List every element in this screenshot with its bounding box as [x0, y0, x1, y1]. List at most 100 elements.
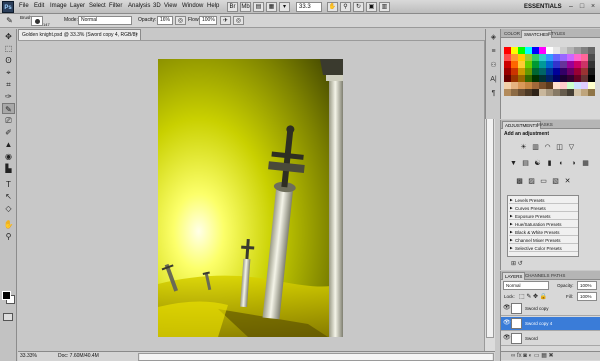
- color-swatch[interactable]: [588, 54, 595, 61]
- color-swatch[interactable]: [553, 75, 560, 82]
- color-swatch[interactable]: [511, 54, 518, 61]
- color-swatch[interactable]: [574, 47, 581, 54]
- adjustments-footer-icons[interactable]: ⊞ ↺: [511, 260, 523, 267]
- maximize-icon[interactable]: □: [577, 2, 587, 11]
- color-swatch[interactable]: [581, 75, 588, 82]
- color-swatch[interactable]: [546, 89, 553, 96]
- tab-color[interactable]: COLOR: [502, 30, 522, 38]
- color-swatch[interactable]: [567, 47, 574, 54]
- path-selection-tool-icon[interactable]: ↖: [2, 191, 15, 202]
- color-swatch[interactable]: [553, 61, 560, 68]
- color-swatch[interactable]: [546, 61, 553, 68]
- levels-icon[interactable]: ▥: [531, 143, 540, 152]
- invert-icon[interactable]: ◑: [569, 159, 578, 168]
- color-swatch[interactable]: [546, 68, 553, 75]
- eyedropper-tool-icon[interactable]: ✑: [2, 91, 15, 102]
- eraser-tool-icon[interactable]: ▲: [2, 139, 15, 150]
- color-swatch[interactable]: [574, 54, 581, 61]
- tab-channels[interactable]: CHANNELS: [523, 272, 552, 280]
- color-swatch[interactable]: [532, 89, 539, 96]
- menu-view[interactable]: View: [164, 3, 177, 9]
- paragraph-panel-icon[interactable]: ¶: [488, 89, 499, 99]
- hand-tool-icon[interactable]: ✋: [2, 219, 15, 230]
- color-swatch[interactable]: [567, 75, 574, 82]
- color-swatch[interactable]: [581, 68, 588, 75]
- color-swatch[interactable]: [511, 75, 518, 82]
- color-swatch[interactable]: [539, 89, 546, 96]
- layer-opacity-field[interactable]: 100%: [577, 281, 597, 290]
- color-swatch[interactable]: [588, 61, 595, 68]
- tablet-pressure-opacity-button[interactable]: ◎: [175, 16, 186, 25]
- view-extras-button[interactable]: ▦: [266, 2, 277, 12]
- menu-select[interactable]: Select: [89, 3, 106, 9]
- brush-tool-icon[interactable]: ✎: [2, 103, 15, 114]
- color-swatch[interactable]: [525, 61, 532, 68]
- airbrush-button[interactable]: ✈: [220, 16, 231, 25]
- color-swatch[interactable]: [525, 68, 532, 75]
- color-swatch[interactable]: [546, 75, 553, 82]
- preset-exposure[interactable]: Exposure Presets: [509, 213, 578, 220]
- rotate-view-button[interactable]: ↻: [353, 2, 364, 12]
- color-swatch[interactable]: [567, 68, 574, 75]
- zoom-tool-button[interactable]: ⚲: [340, 2, 351, 12]
- color-swatch[interactable]: [504, 54, 511, 61]
- color-swatch[interactable]: [511, 68, 518, 75]
- move-tool-icon[interactable]: ✥: [2, 31, 15, 42]
- color-swatch[interactable]: [532, 68, 539, 75]
- preset-hue-saturation[interactable]: Hue/Saturation Presets: [509, 221, 578, 228]
- minimize-icon[interactable]: –: [566, 2, 576, 11]
- zoom-tool-icon[interactable]: ⚲: [2, 231, 15, 242]
- preset-levels[interactable]: Levels Presets: [509, 197, 578, 204]
- color-swatch[interactable]: [553, 82, 560, 89]
- status-doc-size[interactable]: Doc: 7.60M/40.4M: [58, 352, 99, 361]
- document-close-icon[interactable]: ×: [135, 30, 138, 40]
- tab-layers[interactable]: LAYERS: [502, 272, 526, 280]
- color-swatch[interactable]: [546, 54, 553, 61]
- selective-color-icon[interactable]: ▭: [539, 177, 548, 186]
- color-swatch[interactable]: [504, 82, 511, 89]
- color-swatch[interactable]: [511, 61, 518, 68]
- color-swatch[interactable]: [504, 61, 511, 68]
- color-swatch[interactable]: [518, 54, 525, 61]
- color-swatch[interactable]: [504, 47, 511, 54]
- color-swatch[interactable]: [504, 68, 511, 75]
- workspace-switcher[interactable]: ESSENTIALS ▾: [524, 2, 566, 20]
- hue-saturation-icon[interactable]: ▼: [509, 159, 518, 168]
- color-swatch[interactable]: [560, 47, 567, 54]
- color-swatch[interactable]: [539, 61, 546, 68]
- preset-channel-mixer[interactable]: Channel Mixer Presets: [509, 237, 578, 244]
- crop-tool-icon[interactable]: ⌗: [2, 79, 15, 90]
- color-swatch[interactable]: [574, 89, 581, 96]
- foreground-color-swatch[interactable]: [2, 291, 11, 300]
- photo-filter-icon[interactable]: ▮: [545, 159, 554, 168]
- color-swatch[interactable]: [581, 89, 588, 96]
- color-swatch[interactable]: [539, 68, 546, 75]
- color-swatch[interactable]: [532, 82, 539, 89]
- color-swatch[interactable]: [588, 89, 595, 96]
- image-canvas[interactable]: [158, 59, 343, 337]
- color-swatch[interactable]: [511, 82, 518, 89]
- marquee-tool-icon[interactable]: ⬚: [2, 43, 15, 54]
- color-swatch[interactable]: [539, 47, 546, 54]
- layers-footer-glyphs[interactable]: ∞ fx ◙ ◐ ▭ ▦ ✖: [501, 353, 554, 359]
- quick-mask-button[interactable]: [3, 313, 13, 321]
- layers-footer-icons[interactable]: ∞ fx ◙ ◐ ▭ ▦ ✖: [501, 351, 600, 360]
- color-swatch[interactable]: [581, 47, 588, 54]
- color-swatch[interactable]: [560, 89, 567, 96]
- eye-icon[interactable]: 👁: [503, 335, 511, 342]
- color-swatch[interactable]: [518, 47, 525, 54]
- color-swatch[interactable]: [532, 61, 539, 68]
- color-swatch[interactable]: [581, 54, 588, 61]
- color-swatch[interactable]: [567, 61, 574, 68]
- color-swatch[interactable]: [574, 82, 581, 89]
- color-swatch[interactable]: [539, 75, 546, 82]
- lasso-tool-icon[interactable]: ʘ: [2, 55, 15, 66]
- color-swatch[interactable]: [588, 68, 595, 75]
- close-icon[interactable]: ×: [588, 2, 598, 11]
- menu-analysis[interactable]: Analysis: [128, 3, 150, 9]
- color-swatch[interactable]: [560, 61, 567, 68]
- history-panel-icon[interactable]: ≡: [488, 47, 499, 57]
- color-swatch[interactable]: [546, 47, 553, 54]
- type-tool-icon[interactable]: T: [2, 179, 15, 190]
- vibrance-icon[interactable]: ▽: [567, 143, 576, 152]
